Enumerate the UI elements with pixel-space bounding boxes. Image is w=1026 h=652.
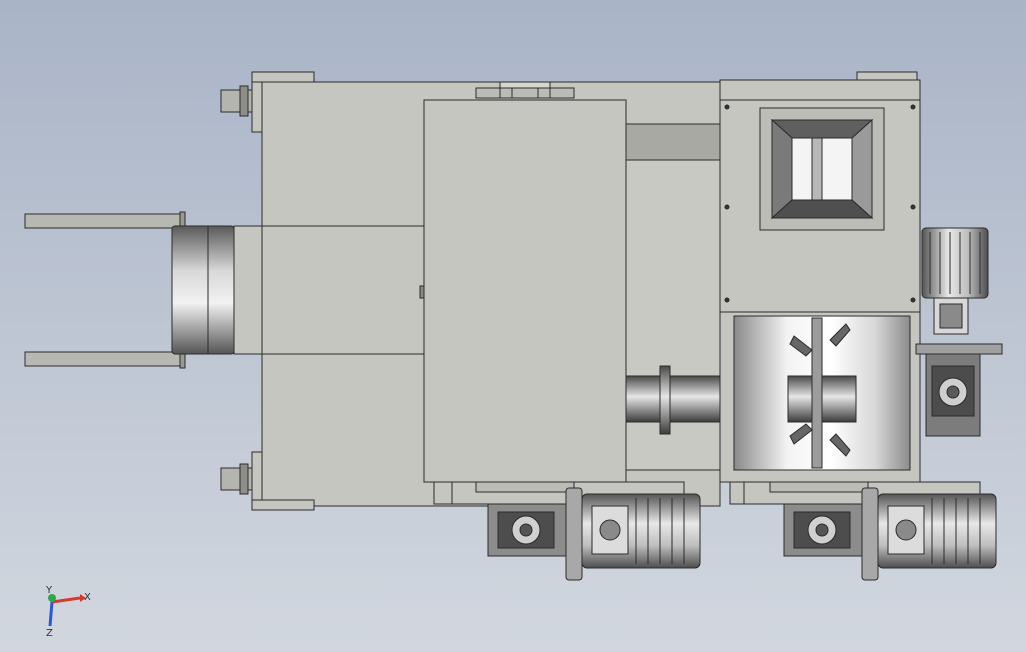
z-axis-label: Z xyxy=(46,628,53,639)
drive-drum[interactable] xyxy=(171,225,265,355)
mixing-trough[interactable] xyxy=(719,311,921,483)
inlet-hopper[interactable] xyxy=(719,99,921,313)
z-axis-arrow xyxy=(48,601,54,627)
x-axis-label: X xyxy=(84,592,91,603)
cad-drawing: X Y Z xyxy=(0,0,1026,652)
y-axis-label: Y xyxy=(45,585,53,596)
cad-viewport[interactable]: X Y Z xyxy=(0,0,1026,652)
front-panel[interactable] xyxy=(419,99,721,483)
